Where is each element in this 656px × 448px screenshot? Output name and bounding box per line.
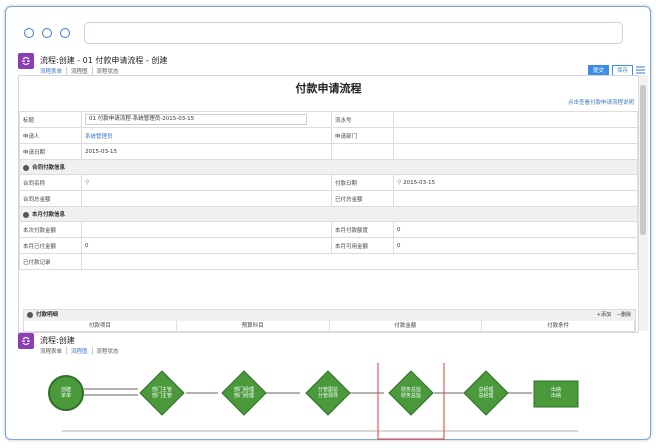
- column-header: 预算科目: [176, 321, 330, 332]
- tab-flowchart[interactable]: 流程图: [71, 67, 93, 75]
- node-label[interactable]: 分管副总 分管领导: [314, 387, 342, 399]
- records-value: [81, 253, 638, 270]
- window-dot-2-icon[interactable]: [42, 28, 52, 38]
- workflow-form-panel: 流程:创建 - 01 付款申请流程 - 创建 流程表单 流程图 流程状态 提交 …: [18, 53, 648, 333]
- search-icon[interactable]: ⚲: [85, 179, 89, 186]
- form-scrollbar[interactable]: [638, 75, 648, 331]
- date-value: 2015-03-15: [81, 143, 332, 160]
- column-header: 付款项目: [24, 321, 177, 332]
- node-label[interactable]: 部门主管 部门主管: [148, 387, 176, 399]
- contract-total-label: 合同总金额: [19, 190, 82, 207]
- window-dot-1-icon[interactable]: [24, 28, 34, 38]
- serial-label: 流水号: [331, 111, 394, 128]
- column-header: 付款金额: [329, 321, 483, 332]
- pay-date-field[interactable]: ⚲ 2015-03-15: [393, 174, 638, 191]
- serial-value: [393, 111, 638, 128]
- node-label[interactable]: 部门经理 部门经理: [230, 387, 258, 399]
- dept-label: 申请部门: [331, 127, 394, 144]
- search-icon[interactable]: ⚲: [397, 179, 401, 186]
- node-label[interactable]: 总经理 总经理: [472, 387, 500, 399]
- flow-diagram: 创建 单单 部门主管 部门主管 部门经理 部门经理 分管副总 分管领导 财务总监 财务总监…: [18, 363, 648, 443]
- contract-name-label: 合同名称: [19, 174, 82, 191]
- workflow-logo-icon: [18, 53, 34, 69]
- workflow-logo-icon: [18, 333, 34, 349]
- contract-name-field[interactable]: ⚲: [81, 174, 332, 191]
- applicant-label: 申请人: [19, 127, 82, 144]
- delete-row-button[interactable]: −删除: [617, 312, 631, 319]
- detail-title: 付款明细: [36, 312, 59, 318]
- paid-total-label: 已付总金额: [331, 190, 394, 207]
- contract-group-title: 合同付款信息: [32, 165, 66, 171]
- pay-date-value: 2015-03-15: [403, 180, 436, 186]
- workflow-chart-panel: 流程:创建 流程表单 流程图 流程状态 创建 单单 部门主管 部门主管 部门经理…: [18, 333, 648, 443]
- end-node-label[interactable]: 出纳 出纳: [534, 387, 578, 399]
- pay-date-label: 付款日期: [331, 174, 394, 191]
- month-avail-value: 0: [393, 237, 638, 254]
- month-paid-label: 本月已付金额: [19, 237, 82, 254]
- browser-window: 流程:创建 - 01 付款申请流程 - 创建 流程表单 流程图 流程状态 提交 …: [5, 6, 651, 440]
- group-collapse-icon[interactable]: [27, 311, 33, 318]
- subject-input[interactable]: 01 付款申请流程-系统管理员-2015-03-15: [85, 114, 307, 125]
- month-avail-label: 本月可用金额: [331, 237, 394, 254]
- contract-total-value: [81, 190, 332, 207]
- month-quota-label: 本月付款额度: [331, 221, 394, 238]
- tab-status[interactable]: 流程状态: [97, 67, 123, 75]
- address-bar[interactable]: [84, 22, 623, 44]
- form-title: 付款申请流程: [295, 82, 362, 95]
- start-node-label[interactable]: 创建 单单: [54, 387, 78, 399]
- tab-form[interactable]: 流程表单: [40, 347, 68, 355]
- subject-label: 标题: [19, 111, 82, 128]
- payment-detail-table: 付款明细 +添加 −删除 付款项目 预算科目 付款金额 付款条件: [23, 309, 636, 332]
- form-area: 付款申请流程 点击查看付款申请流程说明 标题 01 付款申请流程-系统管理员-2…: [18, 75, 639, 333]
- dept-value: [393, 127, 638, 144]
- tab-flowchart[interactable]: 流程图: [71, 347, 93, 355]
- tab-status[interactable]: 流程状态: [97, 347, 123, 355]
- group-collapse-icon[interactable]: [23, 164, 29, 171]
- group-collapse-icon[interactable]: [23, 211, 29, 218]
- page-title: 流程:创建 - 01 付款申请流程 - 创建: [40, 56, 168, 65]
- date-label: 申请日期: [19, 143, 82, 160]
- paid-total-value: [393, 190, 638, 207]
- add-row-button[interactable]: +添加: [597, 312, 611, 319]
- explain-link[interactable]: 点击查看付款申请流程说明: [568, 98, 634, 106]
- column-header: 付款条件: [482, 321, 635, 332]
- month-quota-value: 0: [393, 221, 638, 238]
- chart-section-title: 流程:创建: [40, 336, 75, 345]
- month-paid-value: 0: [81, 237, 332, 254]
- this-amount-field[interactable]: [81, 221, 332, 238]
- month-group-title: 本月付款信息: [32, 212, 66, 218]
- form-table: 标题 01 付款申请流程-系统管理员-2015-03-15 流水号 申请人 系统…: [19, 111, 638, 270]
- node-label[interactable]: 财务总监 财务总监: [397, 387, 425, 399]
- window-dot-3-icon[interactable]: [60, 28, 70, 38]
- applicant-value[interactable]: 系统管理员: [81, 127, 332, 144]
- records-label: 已付款记录: [19, 253, 82, 270]
- tab-form[interactable]: 流程表单: [40, 67, 68, 75]
- this-amount-label: 本次付款金额: [19, 221, 82, 238]
